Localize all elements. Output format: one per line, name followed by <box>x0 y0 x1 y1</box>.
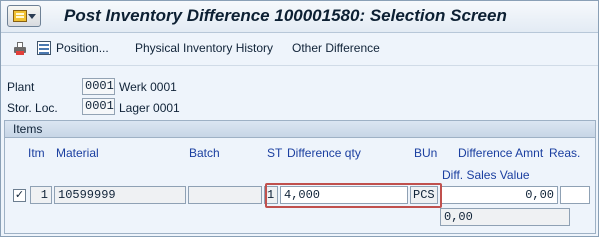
items-header-bar: Items <box>5 121 595 138</box>
position-icon[interactable] <box>37 41 51 55</box>
batch-cell <box>188 186 262 204</box>
storage-location-name: Lager 0001 <box>119 101 180 115</box>
material-cell: 10599999 <box>54 186 186 204</box>
storage-location-code-field: 0001 <box>82 98 115 115</box>
position-button[interactable]: Position... <box>56 41 109 55</box>
highlight-frame <box>265 183 442 208</box>
storage-location-label: Stor. Loc. <box>7 101 58 115</box>
items-table: Items Itm Material Batch ST Difference q… <box>4 120 596 234</box>
plant-code-field: 0001 <box>82 78 115 95</box>
items-title: Items <box>13 122 43 136</box>
print-icon[interactable] <box>13 41 27 55</box>
diff-sales-value-cell: 0,00 <box>440 208 570 226</box>
menu-icon <box>13 10 27 22</box>
itm-cell: 1 <box>30 186 52 204</box>
column-header-difference-qty[interactable]: Difference qty <box>287 146 361 160</box>
reason-input[interactable] <box>560 186 590 204</box>
column-header-material[interactable]: Material <box>56 146 99 160</box>
difference-amount-input[interactable]: 0,00 <box>440 186 558 204</box>
application-toolbar: Position... Physical Inventory History O… <box>1 33 598 66</box>
page-title: Post Inventory Difference 100001580: Sel… <box>64 6 507 25</box>
row-select-checkbox[interactable]: ✓ <box>13 189 26 202</box>
sap-window: Post Inventory Difference 100001580: Sel… <box>0 0 599 237</box>
column-header-st[interactable]: ST <box>267 146 282 160</box>
physical-inventory-history-button[interactable]: Physical Inventory History <box>135 41 273 55</box>
title-bar: Post Inventory Difference 100001580: Sel… <box>1 1 598 33</box>
chevron-down-icon <box>28 14 36 19</box>
plant-name: Werk 0001 <box>119 80 177 94</box>
plant-label: Plant <box>7 80 35 94</box>
system-menu-button[interactable] <box>7 5 41 27</box>
column-header-difference-amnt[interactable]: Difference Amnt <box>458 146 543 160</box>
column-header-diff-sales-value[interactable]: Diff. Sales Value <box>442 168 530 182</box>
column-header-itm[interactable]: Itm <box>28 146 45 160</box>
other-difference-button[interactable]: Other Difference <box>292 41 380 55</box>
column-header-bun[interactable]: BUn <box>414 146 437 160</box>
column-header-reas[interactable]: Reas. <box>549 146 580 160</box>
column-header-batch[interactable]: Batch <box>189 146 220 160</box>
